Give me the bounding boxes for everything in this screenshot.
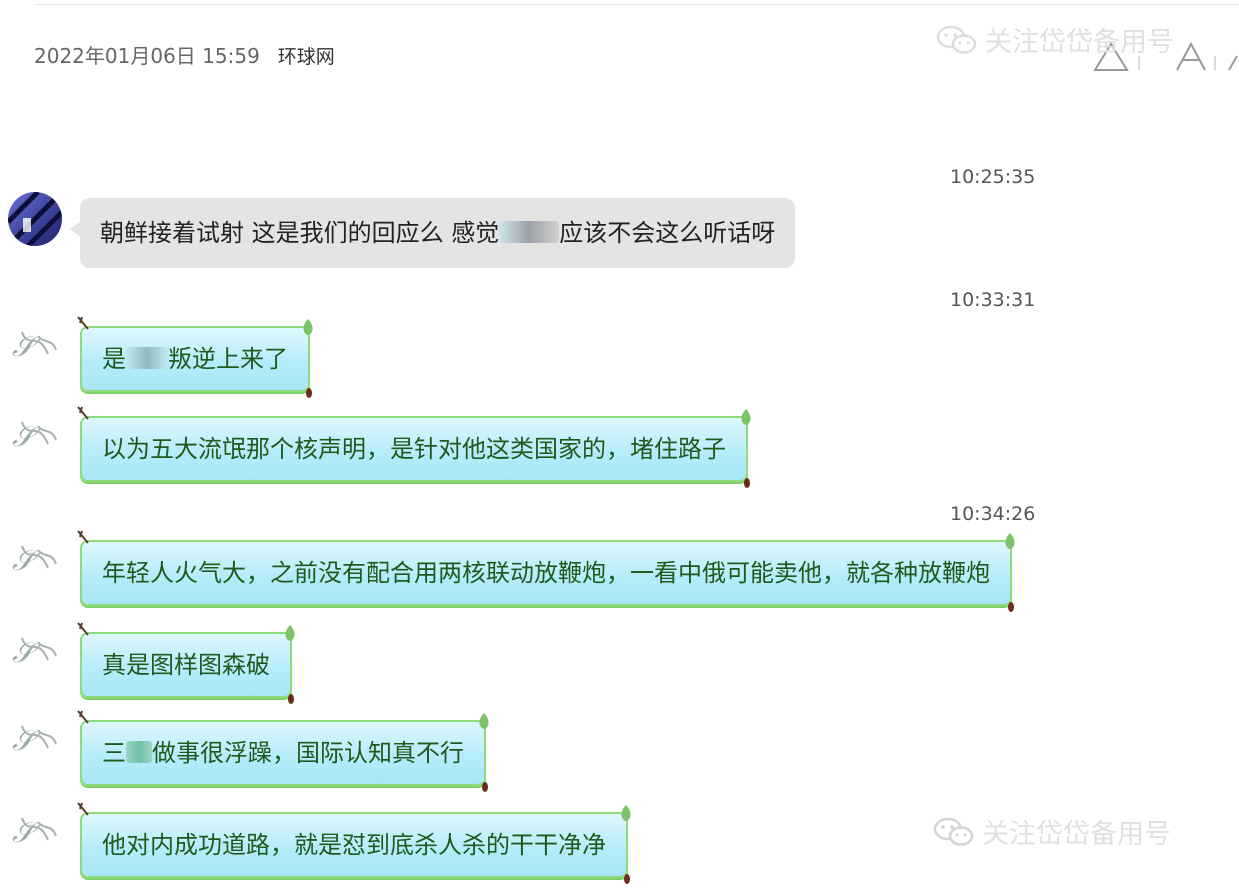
message-text: 叛逆上来了 xyxy=(168,345,288,373)
twig-decoration xyxy=(77,802,89,816)
message-bubble-sent[interactable]: 他对内成功道路，就是怼到底杀人杀的干干净净 xyxy=(77,802,631,884)
seed-decoration xyxy=(624,874,630,884)
message-text: 朝鲜接着试射 这是我们的回应么 感觉 xyxy=(100,219,500,247)
message-text: 以为五大流氓那个核声明，是针对他这类国家的，堵住路子 xyxy=(102,435,726,463)
redacted-blur xyxy=(126,347,168,369)
message-bubble-sent[interactable]: 三做事很浮躁，国际认知真不行 xyxy=(77,710,489,792)
message-bubble-sent[interactable]: 年轻人火气大，之前没有配合用两核联动放鞭炮，一看中俄可能卖他，就各种放鞭炮 xyxy=(77,530,1015,612)
leaf-decoration xyxy=(285,625,295,641)
twig-decoration xyxy=(77,316,89,330)
timestamp: 10:25:35 xyxy=(950,166,1036,188)
user-avatar[interactable] xyxy=(8,192,62,246)
sender-avatar[interactable]: 𝒮 xyxy=(8,410,62,460)
timestamp: 10:34:26 xyxy=(950,503,1036,525)
twig-decoration xyxy=(77,530,89,544)
leaf-decoration xyxy=(1005,533,1015,549)
leaf-decoration xyxy=(479,713,489,729)
source-link[interactable]: 环球网 xyxy=(278,46,335,68)
sender-avatar[interactable]: 𝒮 xyxy=(8,806,62,856)
seed-decoration xyxy=(744,478,750,488)
message-bubble-sent[interactable]: 是 叛逆上来了 xyxy=(77,316,313,398)
svg-text:𝒮: 𝒮 xyxy=(12,544,41,577)
watermark-bottom: 关注岱岱备用号 xyxy=(932,812,1171,851)
seed-decoration xyxy=(288,694,294,704)
message-text: 年轻人火气大，之前没有配合用两核联动放鞭炮，一看中俄可能卖他，就各种放鞭炮 xyxy=(102,559,990,587)
message-text: 真是图样图森破 xyxy=(102,651,270,679)
seed-decoration xyxy=(1008,602,1014,612)
sender-avatar[interactable]: 𝒮 xyxy=(8,626,62,676)
sender-avatar[interactable]: 𝒮 xyxy=(8,320,62,370)
svg-text:𝒮: 𝒮 xyxy=(12,816,41,849)
sender-avatar[interactable]: 𝒮 xyxy=(8,534,62,584)
sender-avatar[interactable]: 𝒮 xyxy=(8,714,62,764)
redacted-blur xyxy=(126,741,152,763)
svg-text:𝒮: 𝒮 xyxy=(12,636,41,669)
leaf-decoration xyxy=(303,319,313,335)
svg-text:𝒮: 𝒮 xyxy=(12,724,41,757)
message-text: 是 xyxy=(102,345,126,373)
article-meta: 2022年01月06日 15:59 环球网 xyxy=(34,40,335,69)
twig-decoration xyxy=(77,406,89,420)
svg-text:𝒮: 𝒮 xyxy=(12,330,41,363)
message-bubble-received[interactable]: 朝鲜接着试射 这是我们的回应么 感觉 应该不会这么听话呀 xyxy=(69,198,796,268)
wechat-icon xyxy=(933,817,974,846)
twig-decoration xyxy=(77,622,89,636)
message-bubble-sent[interactable]: 真是图样图森破 xyxy=(77,622,295,704)
leaf-decoration xyxy=(741,409,751,425)
watermark-top: 关注岱岱备用号 xyxy=(935,20,1174,59)
wechat-icon xyxy=(936,25,977,54)
redacted-blur xyxy=(499,221,560,243)
message-text: 应该不会这么听话呀 xyxy=(559,219,776,247)
watermark-text: 关注岱岱备用号 xyxy=(982,819,1171,850)
top-divider xyxy=(34,4,1239,5)
svg-text:𝒮: 𝒮 xyxy=(12,420,41,453)
message-bubble-sent[interactable]: 以为五大流氓那个核声明，是针对他这类国家的，堵住路子 xyxy=(77,406,751,488)
message-text: 做事很浮躁，国际认知真不行 xyxy=(152,739,464,767)
leaf-decoration xyxy=(621,805,631,821)
timestamp: 10:33:31 xyxy=(950,289,1036,311)
twig-decoration xyxy=(77,710,89,724)
watermark-text: 关注岱岱备用号 xyxy=(985,27,1174,58)
seed-decoration xyxy=(482,782,488,792)
message-text: 他对内成功道路，就是怼到底杀人杀的干干净净 xyxy=(102,831,606,859)
font-size-icon[interactable] xyxy=(1176,41,1206,71)
seed-decoration xyxy=(306,388,312,398)
message-text: 三 xyxy=(102,739,126,767)
publish-datetime: 2022年01月06日 15:59 xyxy=(34,44,260,68)
